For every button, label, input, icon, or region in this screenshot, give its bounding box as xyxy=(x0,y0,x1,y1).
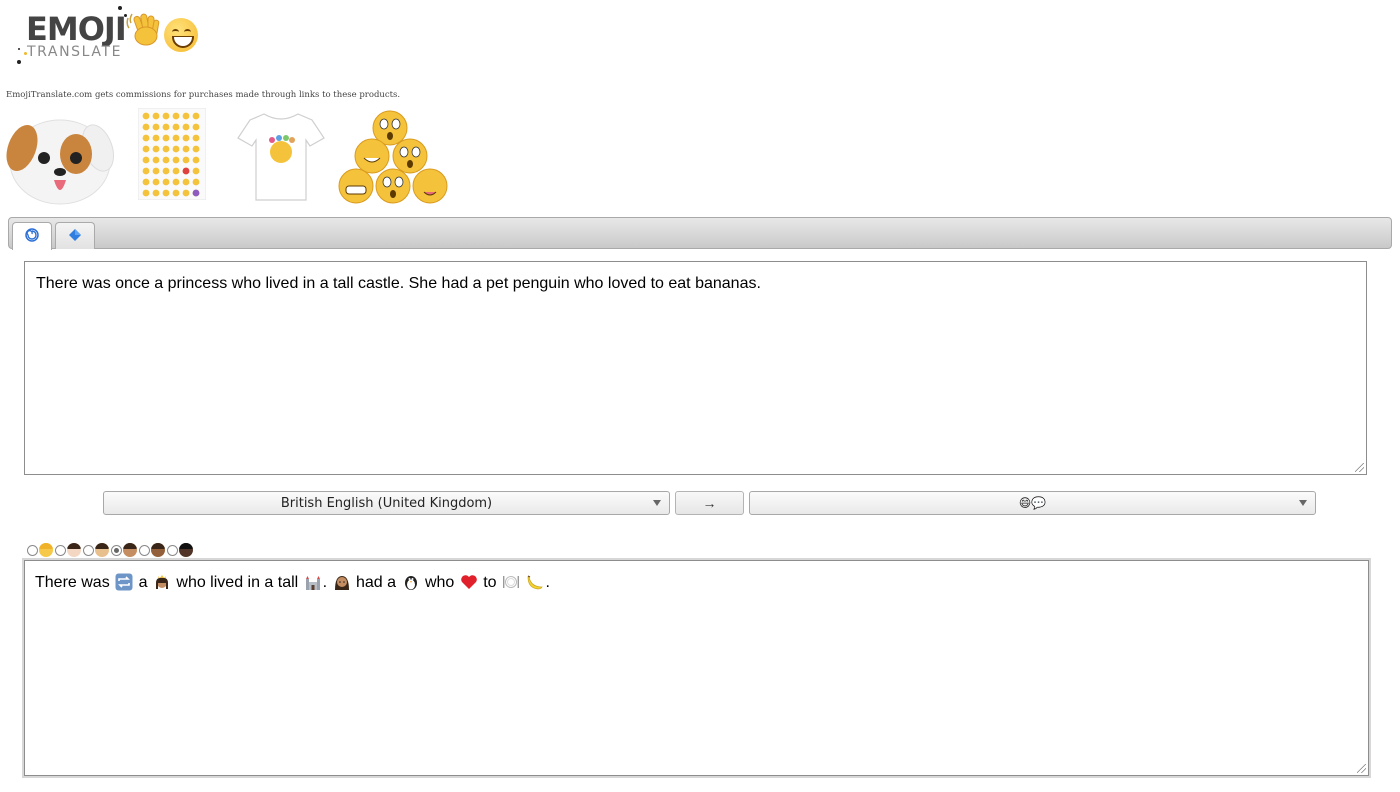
swap-languages-button[interactable]: → xyxy=(675,491,744,515)
chevron-down-icon xyxy=(653,500,661,506)
grinning-face-icon xyxy=(164,18,198,52)
skin-tone-option[interactable] xyxy=(139,543,165,557)
chevron-down-icon xyxy=(1299,500,1307,506)
target-language-select[interactable]: 😄💬 xyxy=(749,491,1316,515)
mode-tab-bar xyxy=(8,217,1392,250)
skin-tone-option[interactable] xyxy=(167,543,193,557)
site-logo[interactable]: EMOJI TRANSLATE xyxy=(14,4,214,68)
banana-icon xyxy=(526,573,544,591)
source-language-value: British English (United Kingdom) xyxy=(280,495,493,511)
castle-icon xyxy=(304,573,322,591)
logo-translate-word: TRANSLATE xyxy=(27,44,123,60)
woman-face-icon xyxy=(39,543,53,557)
output-text-fragment: who lived in a tall xyxy=(171,574,303,591)
heart-icon xyxy=(460,573,478,591)
skin-tone-radio[interactable] xyxy=(167,544,178,556)
source-text-input[interactable]: There was once a princess who lived in a… xyxy=(24,261,1367,475)
skin-tone-radio[interactable] xyxy=(139,544,150,556)
source-language-select[interactable]: British English (United Kingdom) xyxy=(103,491,670,515)
skin-tone-option[interactable] xyxy=(27,543,53,557)
cyclone-icon xyxy=(25,228,39,245)
product-strip xyxy=(4,107,464,208)
output-text-fragment: to xyxy=(478,574,501,591)
skin-tone-option[interactable] xyxy=(111,543,137,557)
skin-tone-radio[interactable] xyxy=(55,544,66,556)
product-emoji-plush-pile[interactable] xyxy=(338,108,450,208)
target-language-value: 😄💬 xyxy=(1018,496,1047,510)
repeat-icon xyxy=(115,573,133,591)
skin-tone-radio[interactable] xyxy=(111,544,122,556)
affiliate-disclaimer: EmojiTranslate.com gets commissions for … xyxy=(6,90,401,100)
plate-icon xyxy=(502,573,520,591)
output-text-fragment: There was xyxy=(35,574,115,591)
skin-tone-option[interactable] xyxy=(83,543,109,557)
woman-icon xyxy=(333,573,351,591)
woman-face-icon xyxy=(95,543,109,557)
logo-dot xyxy=(24,52,27,55)
output-text-fragment: who xyxy=(420,574,459,591)
resize-handle[interactable] xyxy=(1355,463,1364,472)
logo-emoji-word: EMOJI xyxy=(26,10,127,48)
skin-tone-radio[interactable] xyxy=(83,544,94,556)
tab-text-to-emoji[interactable] xyxy=(12,222,52,250)
princess-icon xyxy=(153,573,171,591)
output-text-fragment xyxy=(521,574,525,591)
skin-tone-radio[interactable] xyxy=(27,544,38,556)
skin-tone-selector xyxy=(27,542,195,558)
tab-emoji-to-text[interactable] xyxy=(55,222,95,249)
output-text-fragment: . xyxy=(322,574,332,591)
penguin-icon xyxy=(402,573,420,591)
emoji-output-text[interactable]: There was a who lived in a tall . had a … xyxy=(24,560,1369,776)
logo-dot xyxy=(17,60,21,64)
waving-hand-icon xyxy=(124,10,162,54)
blue-diamond-icon xyxy=(68,228,82,245)
source-text: There was once a princess who lived in a… xyxy=(36,275,761,292)
output-text-fragment: a xyxy=(134,574,152,591)
woman-face-icon xyxy=(151,543,165,557)
logo-dot xyxy=(118,6,122,10)
product-dog-pillow[interactable] xyxy=(4,108,116,208)
woman-face-icon xyxy=(67,543,81,557)
skin-tone-option[interactable] xyxy=(55,543,81,557)
emoji-output-line: There was a who lived in a tall . had a … xyxy=(35,573,550,591)
logo-dot xyxy=(18,48,20,50)
output-text-fragment: . xyxy=(545,574,550,591)
product-emoji-tshirt[interactable] xyxy=(236,108,326,208)
resize-handle[interactable] xyxy=(1357,764,1366,773)
woman-face-icon xyxy=(123,543,137,557)
output-text-fragment: had a xyxy=(351,574,401,591)
product-emoji-sticker-sheet[interactable] xyxy=(137,107,207,208)
woman-face-icon xyxy=(179,543,193,557)
